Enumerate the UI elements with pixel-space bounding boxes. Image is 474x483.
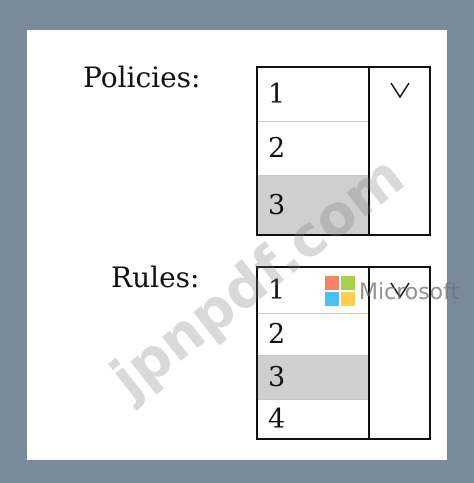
rules-option-2[interactable]: 2 [258, 314, 368, 356]
window-frame: Policies: 1 2 3 Rules: 1 2 3 4 jpnpdf.co… [0, 0, 474, 483]
ms-logo-square [341, 292, 355, 306]
microsoft-watermark-text: Microsoft [359, 280, 460, 305]
rules-label: Rules: [111, 261, 200, 294]
ms-logo-square [341, 276, 355, 290]
policies-option-3[interactable]: 3 [258, 176, 368, 234]
policies-dropdown-toggle[interactable] [370, 68, 429, 234]
microsoft-logo-icon [325, 276, 355, 306]
chevron-down-icon [389, 82, 410, 99]
policies-label: Policies: [83, 61, 201, 94]
ms-logo-square [325, 276, 339, 290]
rules-option-4[interactable]: 4 [258, 400, 368, 438]
rules-option-3[interactable]: 3 [258, 356, 368, 400]
question-panel: Policies: 1 2 3 Rules: 1 2 3 4 jpnpdf.co… [27, 30, 459, 460]
policies-dropdown[interactable]: 1 2 3 [256, 66, 431, 236]
policies-option-2[interactable]: 2 [258, 122, 368, 176]
policies-option-1[interactable]: 1 [258, 68, 368, 122]
policies-options-list: 1 2 3 [258, 68, 370, 234]
ms-logo-square [325, 292, 339, 306]
